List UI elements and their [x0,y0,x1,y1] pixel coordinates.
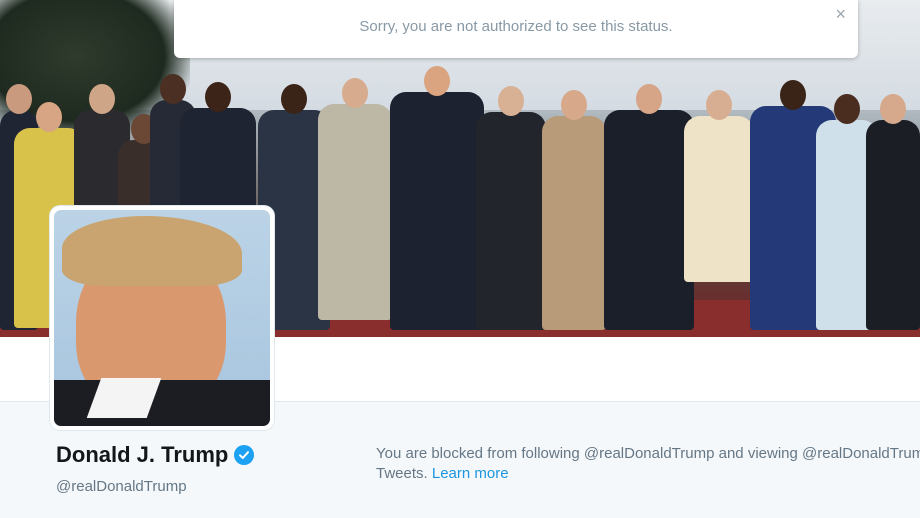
banner-person [684,90,754,282]
blocked-notice-line2: Tweets. Learn more [376,464,920,484]
banner-person [542,90,606,330]
close-icon[interactable]: × [835,4,846,25]
banner-person [604,84,694,330]
banner-person [390,66,484,330]
banner-person [866,94,920,330]
profile-handle[interactable]: @realDonaldTrump [56,478,187,495]
banner-person [318,78,392,320]
profile-name[interactable]: Donald J. Trump [56,442,255,468]
avatar-photo [54,210,270,426]
blocked-notice: You are blocked from following @realDona… [376,444,920,484]
blocked-notice-prefix: Tweets. [376,465,432,482]
learn-more-link[interactable]: Learn more [432,465,509,482]
blocked-notice-line1: You are blocked from following @realDona… [376,445,920,462]
profile-name-text: Donald J. Trump [56,442,229,467]
notification-message: Sorry, you are not authorized to see thi… [359,18,673,35]
unauthorized-notification: Sorry, you are not authorized to see thi… [174,0,858,58]
banner-person [476,86,546,330]
verified-badge-icon [234,445,255,465]
profile-avatar[interactable] [50,206,274,430]
